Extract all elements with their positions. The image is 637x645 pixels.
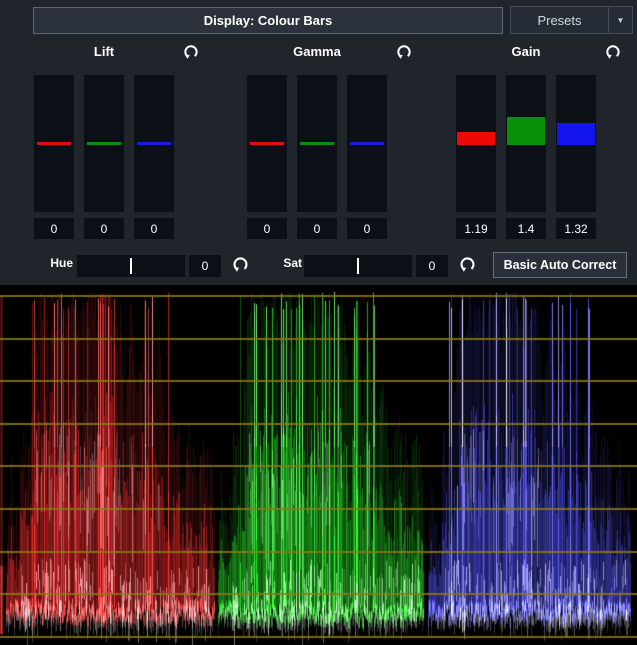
gain-blue-handle[interactable]: [557, 123, 595, 145]
gamma-green-handle[interactable]: [300, 142, 334, 145]
lift-blue-slider[interactable]: [134, 75, 174, 212]
chevron-down-icon: ▼: [617, 16, 625, 25]
display-mode-label: Display: Colour Bars: [204, 13, 333, 28]
reset-circular-arrow-icon: [458, 255, 477, 274]
hue-label: Hue: [38, 256, 73, 270]
gain-blue-slider[interactable]: [556, 75, 596, 212]
hue-slider-handle[interactable]: [130, 258, 132, 274]
sat-slider[interactable]: [304, 255, 412, 277]
gain-red-value[interactable]: 1.19: [456, 218, 496, 239]
gamma-red-slider[interactable]: [247, 75, 287, 212]
gamma-reset-icon[interactable]: [395, 43, 413, 61]
lift-red-slider[interactable]: [34, 75, 74, 212]
sat-value[interactable]: 0: [416, 255, 448, 277]
lift-red-value[interactable]: 0: [34, 218, 74, 239]
display-mode-button[interactable]: Display: Colour Bars: [33, 7, 503, 34]
hue-reset-icon[interactable]: [231, 255, 251, 275]
hue-value[interactable]: 0: [189, 255, 221, 277]
gain-reset-icon[interactable]: [604, 43, 622, 61]
gamma-green-slider[interactable]: [297, 75, 337, 212]
basic-auto-correct-label: Basic Auto Correct: [504, 258, 617, 272]
gamma-green-value[interactable]: 0: [297, 218, 337, 239]
gamma-section: Gamma 0 0 0: [247, 40, 417, 245]
gamma-red-value[interactable]: 0: [247, 218, 287, 239]
lift-blue-handle[interactable]: [137, 142, 171, 145]
lift-reset-icon[interactable]: [182, 43, 200, 61]
gamma-label: Gamma: [247, 44, 387, 59]
gain-green-slider[interactable]: [506, 75, 546, 212]
presets-button[interactable]: Presets ▼: [510, 6, 633, 34]
reset-circular-arrow-icon: [604, 43, 622, 61]
gain-red-handle[interactable]: [457, 132, 495, 145]
lift-green-value[interactable]: 0: [84, 218, 124, 239]
gamma-blue-handle[interactable]: [350, 142, 384, 145]
gain-green-handle[interactable]: [507, 117, 545, 145]
basic-auto-correct-button[interactable]: Basic Auto Correct: [493, 252, 627, 278]
lift-blue-value[interactable]: 0: [134, 218, 174, 239]
gamma-red-handle[interactable]: [250, 142, 284, 145]
gain-label: Gain: [456, 44, 596, 59]
lift-green-handle[interactable]: [87, 142, 121, 145]
gamma-blue-slider[interactable]: [347, 75, 387, 212]
gain-red-slider[interactable]: [456, 75, 496, 212]
gain-blue-value[interactable]: 1.32: [556, 218, 596, 239]
rgb-parade-waveform-scope: [0, 285, 637, 645]
presets-dropdown-button[interactable]: ▼: [608, 7, 632, 33]
gamma-blue-value[interactable]: 0: [347, 218, 387, 239]
sat-reset-icon[interactable]: [458, 255, 478, 275]
lift-label: Lift: [34, 44, 174, 59]
gain-section: Gain 1.19 1.4 1.32: [456, 40, 626, 245]
hue-slider[interactable]: [77, 255, 185, 277]
reset-circular-arrow-icon: [231, 255, 250, 274]
reset-circular-arrow-icon: [395, 43, 413, 61]
presets-label: Presets: [511, 7, 608, 33]
colour-correction-panel: Display: Colour Bars Presets ▼ Lift 0 0 …: [0, 0, 637, 645]
lift-red-handle[interactable]: [37, 142, 71, 145]
gain-green-value[interactable]: 1.4: [506, 218, 546, 239]
sat-label: Sat: [266, 256, 302, 270]
lift-section: Lift 0 0 0: [34, 40, 204, 245]
sat-slider-handle[interactable]: [357, 258, 359, 274]
lift-green-slider[interactable]: [84, 75, 124, 212]
reset-circular-arrow-icon: [182, 43, 200, 61]
